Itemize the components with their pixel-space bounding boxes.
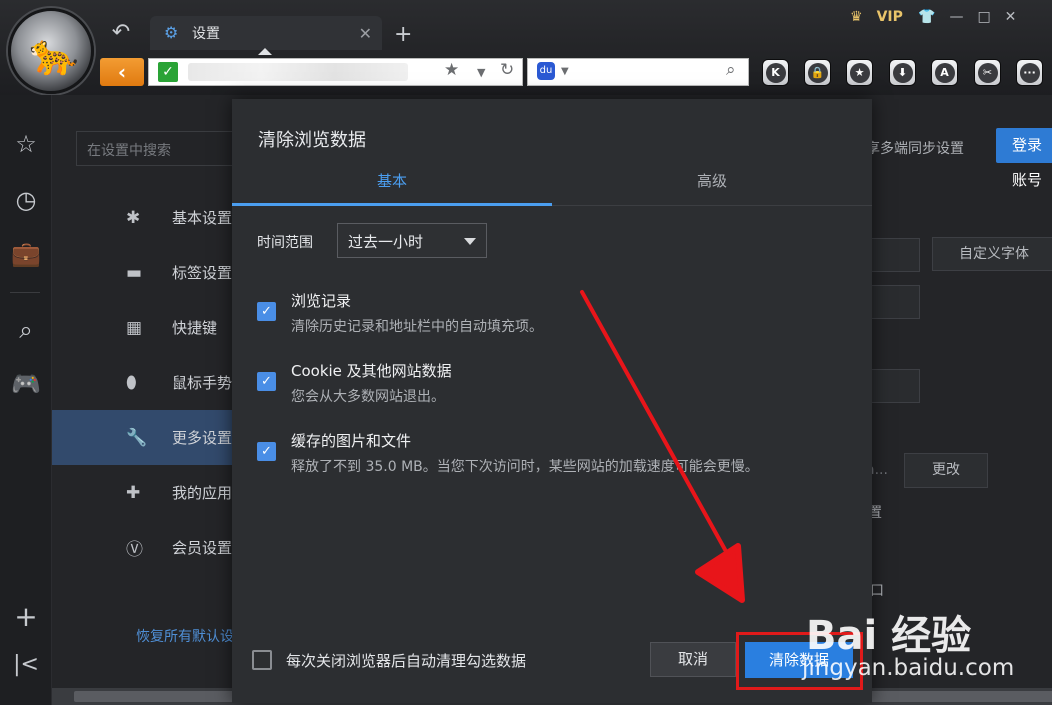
bookmark-star-icon[interactable]: ★ bbox=[444, 60, 459, 80]
change-path-button[interactable]: 更改 bbox=[904, 453, 988, 488]
browsing-history-desc: 清除历史记录和地址栏中的自动填充项。 bbox=[291, 319, 543, 335]
menu-item-more[interactable]: 🔧 更多设置 bbox=[52, 410, 238, 465]
browser-logo[interactable]: 🐆 bbox=[8, 8, 94, 94]
menu-item-basic[interactable]: ✱ 基本设置 bbox=[52, 190, 238, 245]
star-icon[interactable]: ☆ bbox=[0, 130, 52, 158]
blurred-url bbox=[188, 63, 408, 81]
tab-basic[interactable]: 基本 bbox=[232, 170, 552, 191]
minimize-icon[interactable]: — bbox=[949, 9, 963, 25]
active-tab-indicator bbox=[232, 203, 552, 206]
misc-text: 口 bbox=[870, 583, 884, 599]
sidebar-divider bbox=[10, 292, 40, 293]
cookies-title: Cookie 及其他网站数据 bbox=[291, 362, 452, 380]
crown-icon: ♛ bbox=[850, 9, 863, 25]
cache-checkbox[interactable]: ✓ bbox=[257, 442, 276, 461]
cookies-desc: 您会从大多数网站退出。 bbox=[291, 389, 445, 405]
keyboard-icon: ▦ bbox=[126, 317, 143, 338]
engine-dropdown-icon[interactable]: ▼ bbox=[561, 66, 569, 77]
time-range-select[interactable]: 过去一小时 bbox=[337, 223, 487, 258]
browsing-history-title: 浏览记录 bbox=[291, 292, 352, 310]
clock-icon[interactable]: ◷ bbox=[0, 186, 52, 214]
menu-item-gestures[interactable]: ⬮ 鼠标手势 bbox=[52, 355, 238, 410]
lock-toolbar-button[interactable]: 🔒 bbox=[804, 59, 831, 86]
mouse-icon: ⬮ bbox=[126, 372, 137, 393]
secure-check-icon: ✓ bbox=[158, 62, 178, 82]
more-toolbar-button[interactable]: ··· bbox=[1016, 59, 1043, 86]
wrench-icon: 🔧 bbox=[126, 427, 148, 448]
settings-search-input[interactable]: 在设置中搜索 bbox=[76, 131, 236, 166]
login-button[interactable]: 登录账号 bbox=[996, 128, 1052, 189]
search-icon[interactable]: ⌕ bbox=[0, 316, 52, 344]
sync-text: 享多端同步设置 bbox=[866, 141, 964, 157]
cancel-button[interactable]: 取消 bbox=[650, 642, 736, 677]
gear-icon: ✱ bbox=[126, 207, 141, 228]
v-badge-icon: Ⓥ bbox=[126, 540, 143, 560]
maximize-icon[interactable]: □ bbox=[977, 9, 990, 25]
annotation-arrow bbox=[580, 290, 745, 603]
scissors-toolbar-button[interactable]: ✂ bbox=[974, 59, 1001, 86]
baidu-icon[interactable]: du bbox=[537, 62, 555, 80]
close-window-icon[interactable]: ✕ bbox=[1005, 9, 1017, 25]
skin-icon[interactable]: 👕 bbox=[918, 9, 935, 25]
gamepad-icon[interactable]: 🎮 bbox=[0, 370, 52, 398]
custom-font-button[interactable]: 自定义字体 bbox=[932, 237, 1052, 271]
collapse-icon[interactable]: |< bbox=[0, 652, 52, 677]
favorites-toolbar-button[interactable]: ★ bbox=[846, 59, 873, 86]
a-toolbar-button[interactable]: A bbox=[931, 59, 958, 86]
tab-indicator bbox=[258, 48, 272, 55]
puzzle-icon: ✚ bbox=[126, 482, 141, 503]
dialog-title: 清除浏览数据 bbox=[258, 130, 366, 151]
menu-item-vip[interactable]: Ⓥ 会员设置 bbox=[52, 520, 238, 575]
menu-item-tabs[interactable]: ▬ 标签设置 bbox=[52, 245, 238, 300]
undo-close-tab-icon[interactable]: ↶ bbox=[100, 18, 142, 48]
new-tab-button[interactable]: + bbox=[394, 22, 412, 47]
gear-icon: ⚙ bbox=[164, 23, 179, 42]
briefcase-icon[interactable]: 💼 bbox=[0, 240, 52, 268]
tab-advanced[interactable]: 高级 bbox=[552, 170, 872, 191]
vip-badge[interactable]: ♛ VIP bbox=[850, 6, 903, 28]
k-toolbar-button[interactable]: K bbox=[762, 59, 789, 86]
baidu-watermark: Bai 经验 bbox=[806, 613, 972, 659]
cookies-checkbox[interactable]: ✓ bbox=[257, 372, 276, 391]
time-range-label: 时间范围 bbox=[257, 235, 313, 251]
cheetah-icon: 🐆 bbox=[29, 32, 79, 78]
back-button[interactable]: ‹ bbox=[100, 58, 144, 86]
close-tab-icon[interactable]: ✕ bbox=[359, 24, 372, 43]
download-toolbar-button[interactable]: ⬇ bbox=[889, 59, 916, 86]
auto-clear-checkbox[interactable] bbox=[252, 650, 272, 670]
browsing-history-checkbox[interactable]: ✓ bbox=[257, 302, 276, 321]
refresh-icon[interactable]: ↻ bbox=[500, 60, 514, 80]
cache-title: 缓存的图片和文件 bbox=[291, 432, 412, 450]
auto-clear-label: 每次关闭浏览器后自动清理勾选数据 bbox=[286, 652, 527, 670]
watermark-url: jingyan.baidu.com bbox=[802, 655, 1015, 681]
tab-icon: ▬ bbox=[126, 262, 143, 283]
menu-item-shortcuts[interactable]: ▦ 快捷键 bbox=[52, 300, 238, 355]
chevron-down-icon bbox=[464, 238, 476, 245]
tab-title: 设置 bbox=[192, 26, 220, 42]
menu-item-apps[interactable]: ✚ 我的应用 bbox=[52, 465, 238, 520]
plus-icon[interactable]: + bbox=[0, 600, 52, 633]
tab-settings[interactable]: ⚙ 设置 ✕ bbox=[150, 16, 382, 50]
search-icon[interactable]: ⌕ bbox=[726, 60, 736, 80]
dropdown-icon[interactable]: ▼ bbox=[477, 66, 485, 79]
